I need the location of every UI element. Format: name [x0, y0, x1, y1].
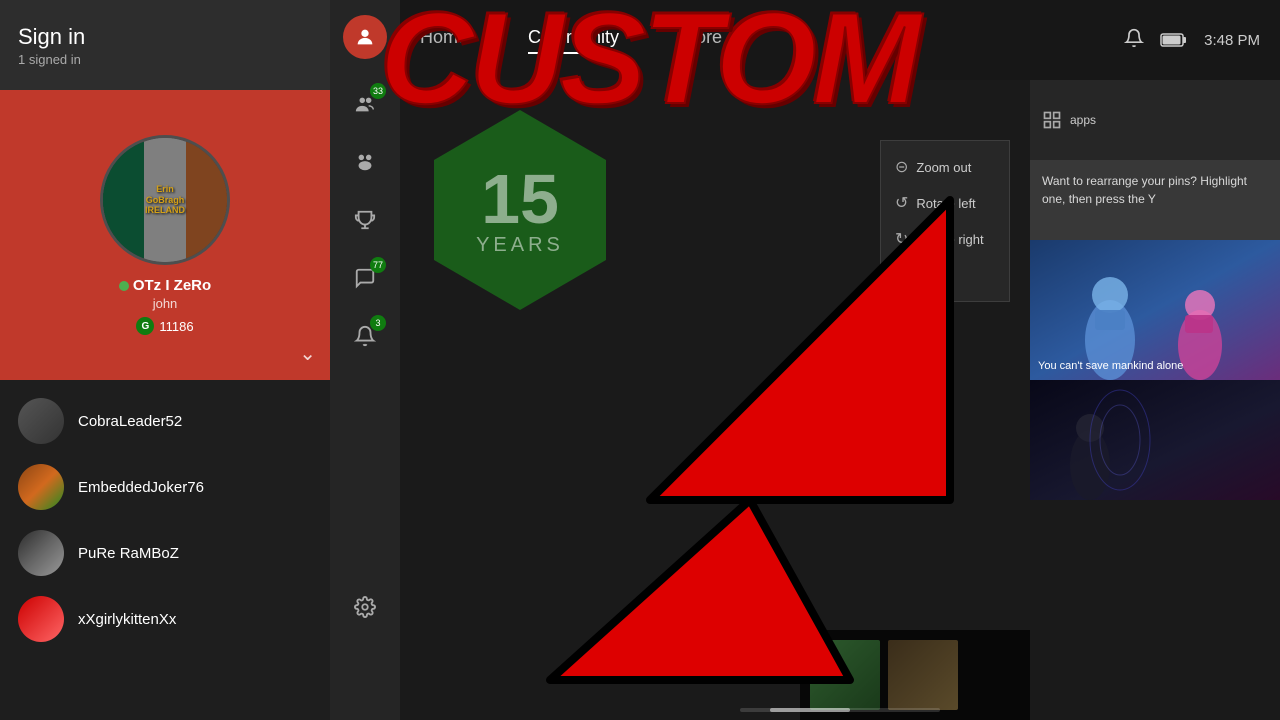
active-username: OTz I ZeRo	[119, 277, 211, 294]
settings-button[interactable]	[340, 582, 390, 632]
game1-text: You can't save mankind alone	[1038, 360, 1183, 372]
chevron-down-icon[interactable]: ⌄	[299, 341, 316, 366]
zoom-out-icon: ⊝	[895, 157, 908, 177]
nav-right: 3:48 PM	[1124, 28, 1260, 53]
nav-items: Home Community Store	[420, 27, 1124, 54]
nav-store[interactable]: Store	[679, 27, 722, 54]
friends-badge: 33	[370, 83, 386, 99]
nav-home[interactable]: Home	[420, 27, 468, 54]
context-menu: ⊝ Zoom out ↺ Rotate left ↻ Rotate right …	[880, 140, 1010, 302]
username-label: xXgirlykittenXx	[78, 611, 176, 628]
right-panels: apps Want to rearrange your pins? Highli…	[1030, 80, 1280, 720]
clock: 3:48 PM	[1204, 32, 1260, 49]
years-number: 15	[481, 164, 559, 234]
list-item[interactable]: EmbeddedJoker76	[0, 454, 330, 520]
game2-art	[1030, 380, 1280, 500]
notification-icon[interactable]	[1124, 28, 1144, 53]
notifications-badge: 3	[370, 315, 386, 331]
avatar	[18, 596, 64, 642]
online-indicator	[119, 281, 129, 291]
rearrange-text: Want to rearrange your pins? Highlight o…	[1042, 172, 1268, 208]
nav-community[interactable]: Community	[528, 27, 619, 54]
game1-art	[1030, 240, 1280, 380]
achievements-button[interactable]	[340, 195, 390, 245]
rotate-right-icon: ↻	[895, 229, 908, 249]
icon-bar: 33 77 3	[330, 0, 400, 720]
avatar	[18, 464, 64, 510]
active-realname: john	[153, 296, 178, 311]
content-area: 15 YEARS ⊝ Zoom out ↺ Rotate left ↻ Rota…	[400, 80, 1280, 720]
apps-panel[interactable]: apps	[1030, 80, 1280, 160]
user-list: CobraLeader52 EmbeddedJoker76 PuRe RaMBo…	[0, 380, 330, 660]
party-button[interactable]	[340, 137, 390, 187]
years-label: YEARS	[476, 234, 564, 257]
username-label: PuRe RaMBoZ	[78, 545, 179, 562]
avatar	[18, 530, 64, 576]
context-reset[interactable]: ⊙ Reset	[881, 257, 1009, 293]
hexagon-shape: 15 YEARS	[420, 110, 620, 310]
g-badge: G	[136, 317, 154, 335]
thumbnail-item[interactable]	[810, 640, 880, 710]
rotate-left-icon: ↺	[895, 193, 908, 213]
battery-icon	[1160, 32, 1188, 48]
game2-panel[interactable]: GOLD	[1030, 380, 1280, 500]
top-navigation: Home Community Store 3:48 PM	[400, 0, 1280, 80]
context-rotate-right[interactable]: ↻ Rotate right	[881, 221, 1009, 257]
scroll-bar	[740, 708, 940, 712]
gamerscore: G 11186	[136, 317, 193, 335]
active-user-section[interactable]: ErinGoBraghIRELAND OTz I ZeRo john G 111…	[0, 90, 330, 380]
context-rotate-left[interactable]: ↺ Rotate left	[881, 185, 1009, 221]
sign-in-bar: Sign in 1 signed in	[0, 0, 330, 90]
thumbnail-item[interactable]	[888, 640, 958, 710]
scroll-thumb	[770, 708, 850, 712]
friends-button[interactable]: 33	[340, 79, 390, 129]
username-label: CobraLeader52	[78, 413, 182, 430]
context-zoom-out[interactable]: ⊝ Zoom out	[881, 149, 1009, 185]
notifications-button[interactable]: 3	[340, 311, 390, 361]
username-label: EmbeddedJoker76	[78, 479, 204, 496]
sign-in-subtitle: 1 signed in	[18, 52, 312, 67]
sidebar: Sign in 1 signed in ErinGoBraghIRELAND O…	[0, 0, 330, 720]
xbox-badge: 15 YEARS	[420, 110, 620, 310]
avatar: ErinGoBraghIRELAND	[100, 135, 230, 265]
list-item[interactable]: CobraLeader52	[0, 388, 330, 454]
sign-in-title: Sign in	[18, 24, 312, 50]
profile-button[interactable]	[343, 15, 387, 59]
avatar	[18, 398, 64, 444]
messages-button[interactable]: 77	[340, 253, 390, 303]
messages-badge: 77	[370, 257, 386, 273]
list-item[interactable]: PuRe RaMBoZ	[0, 520, 330, 586]
apps-icon	[1042, 110, 1062, 130]
reset-icon: ⊙	[895, 265, 908, 285]
rearrange-panel: Want to rearrange your pins? Highlight o…	[1030, 160, 1280, 240]
apps-label: apps	[1070, 113, 1096, 127]
bottom-strip	[800, 630, 1030, 720]
list-item[interactable]: xXgirlykittenXx	[0, 586, 330, 652]
game1-panel[interactable]: You can't save mankind alone	[1030, 240, 1280, 380]
